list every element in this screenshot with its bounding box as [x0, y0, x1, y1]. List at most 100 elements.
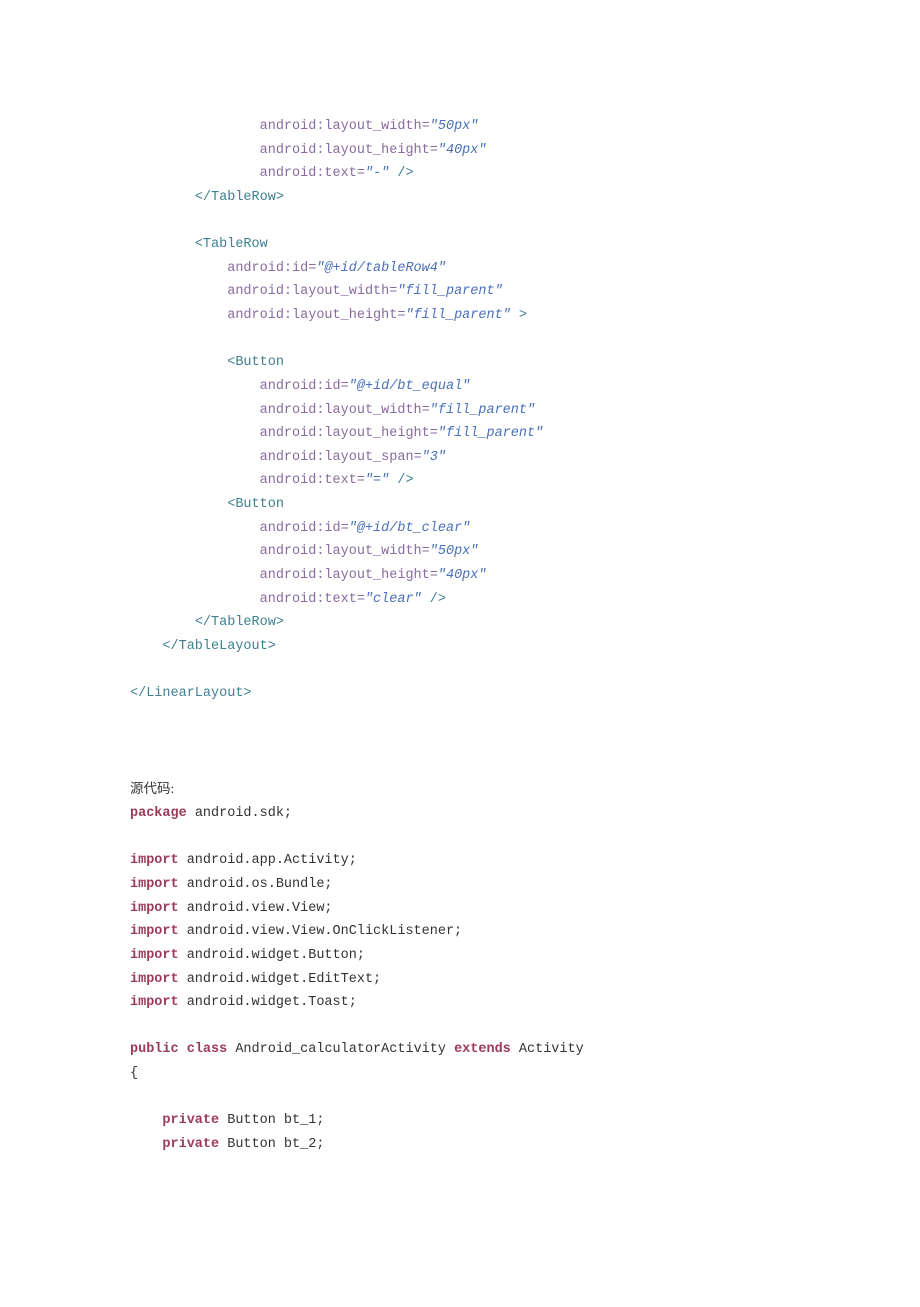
code-line: private Button bt_2;: [130, 1133, 790, 1157]
code-line: [130, 210, 790, 234]
code-token: android:text: [260, 166, 357, 181]
code-token: import: [130, 972, 179, 987]
code-line: [130, 729, 790, 753]
code-line: import android.app.Activity;: [130, 849, 790, 873]
code-line: public class Android_calculatorActivity …: [130, 1038, 790, 1062]
code-line: </TableRow>: [130, 186, 790, 210]
code-token: Button bt_1;: [219, 1113, 324, 1128]
code-line: android:layout_height="fill_parent": [130, 422, 790, 446]
code-token: android:layout_width: [260, 119, 422, 134]
code-line: import android.widget.EditText;: [130, 968, 790, 992]
document-page: android:layout_width="50px" android:layo…: [0, 0, 920, 1307]
code-line: android:layout_height="fill_parent" >: [130, 304, 790, 328]
code-line: <Button: [130, 351, 790, 375]
code-token: android:id: [260, 379, 341, 394]
code-line: [130, 328, 790, 352]
code-token: <Button: [227, 497, 284, 512]
code-token: =: [430, 568, 438, 583]
code-token: />: [422, 592, 446, 607]
code-line: </TableLayout>: [130, 635, 790, 659]
code-token: private: [162, 1137, 219, 1152]
code-token: =: [422, 544, 430, 559]
code-token: import: [130, 948, 179, 963]
code-token: "clear": [365, 592, 422, 607]
code-token: android:layout_height: [260, 426, 430, 441]
code-line: android:layout_height="40px": [130, 564, 790, 588]
code-line: android:layout_width="fill_parent": [130, 280, 790, 304]
code-token: import: [130, 995, 179, 1010]
code-token: import: [130, 853, 179, 868]
code-token: android:layout_width: [227, 284, 389, 299]
code-token: android:text: [260, 473, 357, 488]
code-token: "50px": [430, 119, 479, 134]
code-token: />: [389, 166, 413, 181]
code-token: import: [130, 877, 179, 892]
code-token: =: [357, 592, 365, 607]
code-token: android.os.Bundle;: [179, 877, 333, 892]
code-token: =: [414, 450, 422, 465]
code-line: import android.os.Bundle;: [130, 873, 790, 897]
code-line: 源代码:: [130, 777, 790, 803]
code-token: android.widget.EditText;: [179, 972, 382, 987]
code-line: android:layout_span="3": [130, 446, 790, 470]
code-token: android.view.View;: [179, 901, 333, 916]
code-token: 源代码:: [130, 781, 174, 796]
code-line: [130, 826, 790, 850]
code-line: android:text="=" />: [130, 469, 790, 493]
code-token: android:layout_span: [260, 450, 414, 465]
code-token: android:layout_height: [260, 143, 430, 158]
code-token: android:layout_width: [260, 544, 422, 559]
code-line: [130, 753, 790, 777]
code-line: <TableRow: [130, 233, 790, 257]
code-token: =: [422, 119, 430, 134]
code-token: "fill_parent": [397, 284, 502, 299]
code-line: android:layout_height="40px": [130, 139, 790, 163]
code-line: </LinearLayout>: [130, 682, 790, 706]
code-token: Button bt_2;: [219, 1137, 324, 1152]
code-token: </TableRow>: [195, 190, 284, 205]
code-token: android:id: [260, 521, 341, 536]
code-line: android:layout_width="50px": [130, 540, 790, 564]
code-token: android:layout_height: [227, 308, 397, 323]
code-token: />: [389, 473, 413, 488]
code-token: public: [130, 1042, 179, 1057]
code-token: Activity: [511, 1042, 584, 1057]
code-line: android:id="@+id/bt_clear": [130, 517, 790, 541]
code-line: android:id="@+id/bt_equal": [130, 375, 790, 399]
code-line: import android.widget.Toast;: [130, 991, 790, 1015]
code-line: {: [130, 1062, 790, 1086]
code-token: android.view.View.OnClickListener;: [179, 924, 463, 939]
code-token: "@+id/bt_clear": [349, 521, 471, 536]
code-line: android:text="-" />: [130, 162, 790, 186]
code-token: =: [357, 166, 365, 181]
code-line: import android.view.View;: [130, 897, 790, 921]
code-token: </LinearLayout>: [130, 686, 252, 701]
code-line: android:layout_width="50px": [130, 115, 790, 139]
code-token: "@+id/tableRow4": [316, 261, 446, 276]
code-token: =: [430, 143, 438, 158]
code-token: package: [130, 806, 187, 821]
code-token: "@+id/bt_equal": [349, 379, 471, 394]
code-line: android:layout_width="fill_parent": [130, 399, 790, 423]
code-token: "40px": [438, 568, 487, 583]
code-token: >: [511, 308, 527, 323]
code-token: android:layout_width: [260, 403, 422, 418]
code-line: </TableRow>: [130, 611, 790, 635]
code-token: "-": [365, 166, 389, 181]
code-token: "fill_parent": [430, 403, 535, 418]
code-line: [130, 706, 790, 730]
code-token: class: [187, 1042, 228, 1057]
code-token: private: [162, 1113, 219, 1128]
code-token: "3": [422, 450, 446, 465]
code-token: Android_calculatorActivity: [227, 1042, 454, 1057]
code-token: =: [341, 521, 349, 536]
code-token: import: [130, 901, 179, 916]
code-line: <Button: [130, 493, 790, 517]
code-token: "50px": [430, 544, 479, 559]
code-line: package android.sdk;: [130, 802, 790, 826]
code-line: [130, 1086, 790, 1110]
code-token: =: [422, 403, 430, 418]
code-token: {: [130, 1066, 138, 1081]
code-token: import: [130, 924, 179, 939]
code-token: "fill_parent": [405, 308, 510, 323]
